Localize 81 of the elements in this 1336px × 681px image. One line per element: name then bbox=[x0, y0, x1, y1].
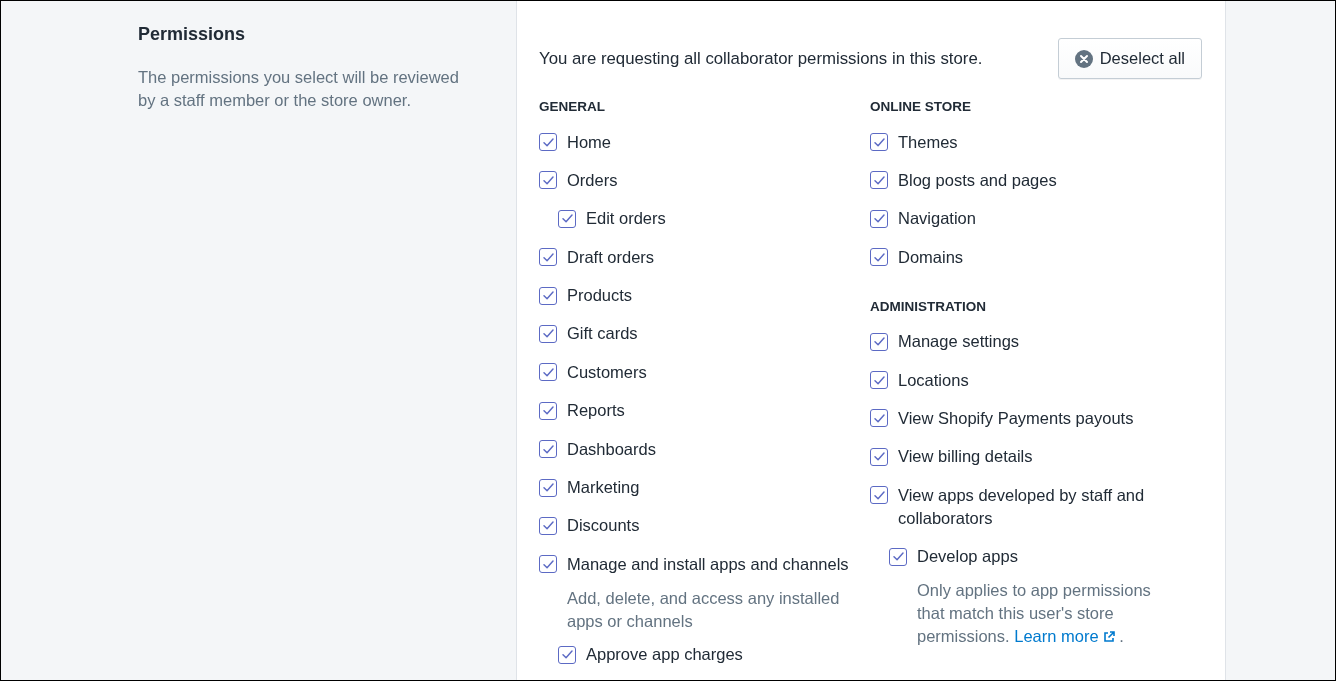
checkbox-label[interactable]: Locations bbox=[898, 368, 969, 392]
checkbox[interactable] bbox=[539, 555, 557, 574]
checkbox-label[interactable]: Navigation bbox=[898, 207, 976, 231]
checkbox-label[interactable]: View apps developed by staff and collaborators bbox=[898, 483, 1180, 530]
check-icon bbox=[873, 252, 885, 262]
checkbox-label[interactable]: Products bbox=[567, 284, 633, 308]
checkbox-label[interactable]: Manage and install apps and channels bbox=[567, 552, 849, 576]
check-icon bbox=[873, 375, 885, 385]
checkbox[interactable] bbox=[870, 171, 888, 190]
group-heading: ONLINE STORE bbox=[870, 98, 971, 116]
check-icon bbox=[873, 452, 885, 462]
checkbox-label[interactable]: View Shopify Payments payouts bbox=[898, 406, 1134, 430]
checkbox-label[interactable]: Approve app charges bbox=[586, 643, 743, 667]
check-icon bbox=[542, 329, 554, 339]
check-icon bbox=[873, 137, 885, 147]
checkbox[interactable] bbox=[889, 547, 907, 566]
checkbox-label[interactable]: Develop apps bbox=[917, 545, 1018, 569]
group-heading: ADMINISTRATION bbox=[870, 297, 986, 316]
checkbox-label[interactable]: Blog posts and pages bbox=[898, 168, 1057, 192]
checkbox-label[interactable]: Themes bbox=[898, 130, 958, 154]
checkbox[interactable] bbox=[870, 447, 888, 466]
checkbox-label[interactable]: Marketing bbox=[567, 476, 640, 499]
check-icon bbox=[873, 490, 885, 500]
summary-text: You are requesting all collaborator permissions in this store. bbox=[539, 48, 983, 70]
close-circle-icon bbox=[1074, 49, 1093, 68]
checkbox[interactable] bbox=[870, 209, 888, 228]
checkbox[interactable] bbox=[539, 401, 557, 420]
checkbox[interactable] bbox=[870, 486, 888, 505]
permission-description: Add, delete, and access any installed apps or channels bbox=[567, 587, 841, 632]
check-icon bbox=[542, 137, 554, 147]
checkbox-label[interactable]: Edit orders bbox=[586, 207, 666, 231]
checkbox[interactable] bbox=[539, 248, 557, 267]
check-icon bbox=[873, 175, 885, 185]
checkbox[interactable] bbox=[539, 171, 557, 190]
checkbox[interactable] bbox=[558, 645, 576, 664]
checkbox[interactable] bbox=[539, 478, 557, 497]
checkbox[interactable] bbox=[870, 332, 888, 351]
check-icon bbox=[873, 337, 885, 347]
checkbox[interactable] bbox=[539, 440, 557, 459]
checkbox-label[interactable]: View billing details bbox=[898, 445, 1033, 469]
check-icon bbox=[542, 559, 554, 569]
permission-description: Only applies to app permissions that match this user's store permissions. Learn more . bbox=[917, 580, 1152, 648]
checkbox[interactable] bbox=[539, 286, 557, 305]
checkbox[interactable] bbox=[870, 371, 888, 390]
check-icon bbox=[542, 444, 554, 454]
checkbox-label[interactable]: Domains bbox=[898, 245, 964, 269]
check-icon bbox=[873, 214, 885, 224]
check-icon bbox=[892, 552, 904, 562]
section-title: Permissions bbox=[138, 23, 246, 46]
checkbox[interactable] bbox=[539, 363, 557, 382]
checkbox-label[interactable]: Gift cards bbox=[567, 322, 638, 346]
check-icon bbox=[542, 252, 554, 262]
checkbox-label[interactable]: Draft orders bbox=[567, 245, 655, 269]
check-icon bbox=[561, 650, 573, 660]
deselect-all-button[interactable]: Deselect all bbox=[1057, 38, 1202, 79]
checkbox-label[interactable]: Manage settings bbox=[898, 330, 1020, 354]
section-description: The permissions you select will be reviewed by a staff member or the store owner. bbox=[138, 67, 460, 111]
checkbox-label[interactable]: Dashboards bbox=[567, 437, 656, 461]
checkbox[interactable] bbox=[870, 133, 888, 151]
check-icon bbox=[542, 483, 554, 492]
checkbox[interactable] bbox=[870, 248, 888, 267]
learn-more-link[interactable]: Learn more bbox=[1014, 627, 1115, 646]
checkbox-label[interactable]: Customers bbox=[567, 360, 647, 384]
checkbox-label[interactable]: Discounts bbox=[567, 514, 640, 538]
check-icon bbox=[542, 367, 554, 377]
check-icon bbox=[561, 214, 573, 224]
check-icon bbox=[873, 413, 885, 423]
checkbox[interactable] bbox=[558, 209, 576, 228]
check-icon bbox=[542, 291, 554, 301]
external-link-icon bbox=[1102, 631, 1115, 644]
checkbox-label[interactable]: Orders bbox=[567, 168, 618, 192]
checkbox-label[interactable]: Home bbox=[567, 130, 611, 154]
check-icon bbox=[542, 175, 554, 185]
checkbox[interactable] bbox=[539, 516, 557, 535]
check-icon bbox=[542, 406, 554, 416]
group-heading: GENERAL bbox=[539, 98, 605, 116]
checkbox[interactable] bbox=[870, 409, 888, 428]
checkbox[interactable] bbox=[539, 133, 557, 151]
checkbox[interactable] bbox=[539, 324, 557, 343]
check-icon bbox=[542, 521, 554, 531]
checkbox-label[interactable]: Reports bbox=[567, 399, 625, 423]
